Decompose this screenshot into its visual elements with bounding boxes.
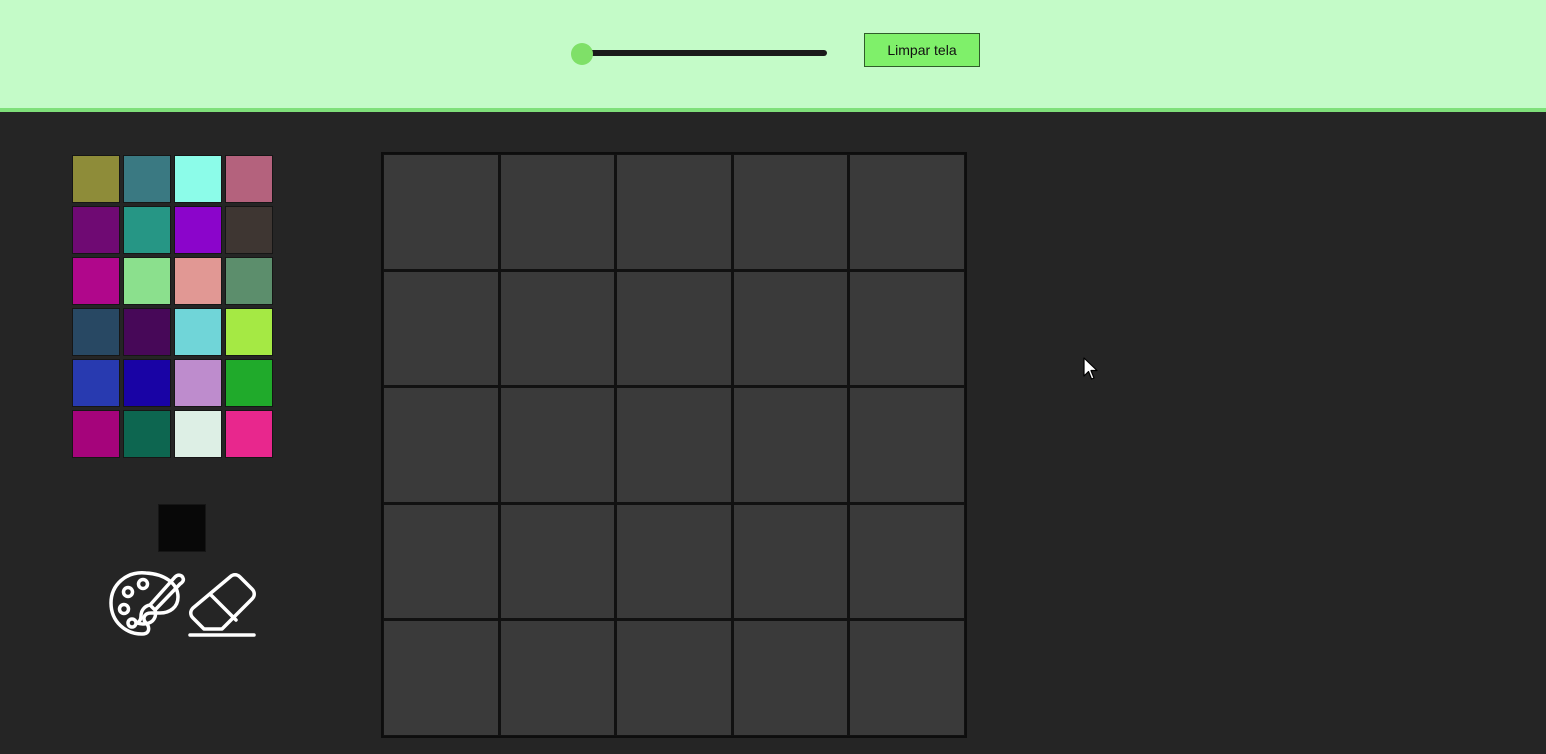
pixel-cell[interactable] [733, 504, 848, 619]
color-swatch[interactable] [123, 257, 171, 305]
brush-size-slider[interactable] [571, 42, 829, 65]
pixel-cell[interactable] [500, 504, 615, 619]
paint-palette-tool[interactable] [106, 567, 186, 639]
color-swatch[interactable] [174, 308, 222, 356]
slider-thumb[interactable] [571, 43, 593, 65]
pixel-cell[interactable] [733, 271, 848, 386]
pixel-cell[interactable] [850, 621, 964, 735]
pixel-cell[interactable] [617, 504, 731, 619]
color-swatch[interactable] [123, 359, 171, 407]
color-swatch[interactable] [174, 206, 222, 254]
paint-palette-icon [109, 571, 186, 636]
pixel-cell[interactable] [384, 155, 498, 269]
color-swatch[interactable] [174, 155, 222, 203]
clear-screen-button[interactable]: Limpar tela [864, 33, 980, 67]
mouse-cursor-icon [1083, 357, 1098, 380]
color-swatch[interactable] [225, 206, 273, 254]
color-swatch[interactable] [225, 359, 273, 407]
color-swatch[interactable] [123, 155, 171, 203]
pixel-cell[interactable] [617, 155, 731, 269]
pixel-cell[interactable] [384, 271, 498, 386]
top-toolbar: Limpar tela [0, 0, 1546, 112]
color-swatch[interactable] [225, 257, 273, 305]
pixel-cell[interactable] [733, 621, 848, 735]
pixel-cell[interactable] [500, 155, 615, 269]
pixel-cell[interactable] [500, 388, 615, 502]
pixel-cell[interactable] [500, 271, 615, 386]
current-color-swatch [158, 504, 206, 552]
color-palette [72, 155, 273, 458]
pixel-cell[interactable] [617, 388, 731, 502]
color-swatch[interactable] [174, 359, 222, 407]
color-swatch[interactable] [123, 410, 171, 458]
pixel-cell[interactable] [850, 504, 964, 619]
pixel-cell[interactable] [384, 388, 498, 502]
color-swatch[interactable] [72, 410, 120, 458]
color-swatch[interactable] [72, 155, 120, 203]
color-swatch[interactable] [174, 410, 222, 458]
pixel-cell[interactable] [733, 155, 848, 269]
pixel-cell[interactable] [500, 621, 615, 735]
color-swatch[interactable] [72, 359, 120, 407]
pixel-cell[interactable] [617, 271, 731, 386]
color-swatch[interactable] [123, 206, 171, 254]
pixel-cell[interactable] [384, 621, 498, 735]
drawing-board [381, 152, 967, 738]
pixel-cell[interactable] [850, 388, 964, 502]
color-swatch[interactable] [174, 257, 222, 305]
color-swatch[interactable] [225, 308, 273, 356]
pixel-cell[interactable] [733, 388, 848, 502]
color-swatch[interactable] [72, 257, 120, 305]
eraser-tool[interactable] [186, 571, 258, 637]
color-swatch[interactable] [225, 410, 273, 458]
pixel-cell[interactable] [617, 621, 731, 735]
pixel-cell[interactable] [384, 504, 498, 619]
color-swatch[interactable] [123, 308, 171, 356]
slider-track[interactable] [579, 50, 827, 56]
eraser-icon [188, 573, 256, 637]
color-swatch[interactable] [72, 308, 120, 356]
pixel-cell[interactable] [850, 155, 964, 269]
color-swatch[interactable] [225, 155, 273, 203]
color-swatch[interactable] [72, 206, 120, 254]
pixel-cell[interactable] [850, 271, 964, 386]
